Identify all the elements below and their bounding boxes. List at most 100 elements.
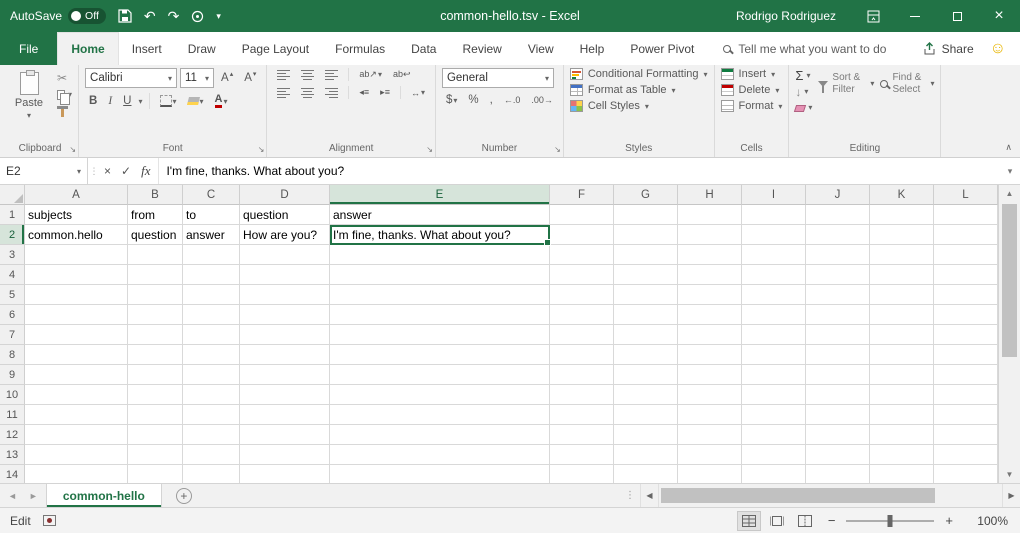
cell-G3[interactable] [614,245,678,265]
cell-H5[interactable] [678,285,742,305]
cell-B9[interactable] [128,365,183,385]
font-name-combo[interactable]: Calibri▾ [85,68,177,88]
cell-J13[interactable] [806,445,870,465]
share-button[interactable]: Share [923,42,974,56]
cell-styles-button[interactable]: Cell Styles ▾ [570,100,649,112]
underline-button[interactable]: U [119,94,135,108]
cell-I1[interactable] [742,205,806,225]
scroll-down-button[interactable]: ▼ [999,466,1020,483]
cell-G2[interactable] [614,225,678,245]
cell-J12[interactable] [806,425,870,445]
sort-filter-button[interactable]: Sort & Filter ▾ [818,68,874,95]
cell-C13[interactable] [183,445,240,465]
cell-E8[interactable] [330,345,550,365]
formula-input[interactable]: I'm fine, thanks. What about you? [159,158,1000,184]
cell-H10[interactable] [678,385,742,405]
cell-L10[interactable] [934,385,998,405]
cell-F2[interactable] [550,225,614,245]
copy-button[interactable]: ▾ [57,89,72,101]
cell-B2[interactable]: question [128,225,183,245]
cell-E13[interactable] [330,445,550,465]
cell-H11[interactable] [678,405,742,425]
column-header-F[interactable]: F [550,185,614,205]
cell-E4[interactable] [330,265,550,285]
cell-L6[interactable] [934,305,998,325]
column-header-E[interactable]: E [330,185,550,205]
cell-L1[interactable] [934,205,998,225]
column-header-G[interactable]: G [614,185,678,205]
cell-K7[interactable] [870,325,934,345]
cell-F11[interactable] [550,405,614,425]
comma-style-button[interactable]: , [486,93,497,107]
cell-G8[interactable] [614,345,678,365]
row-header-1[interactable]: 1 [0,205,25,225]
cell-A3[interactable] [25,245,128,265]
cell-E1[interactable]: answer [330,205,550,225]
cell-K12[interactable] [870,425,934,445]
cell-K8[interactable] [870,345,934,365]
cell-C1[interactable]: to [183,205,240,225]
tab-view[interactable]: View [515,32,567,65]
cell-A8[interactable] [25,345,128,365]
cell-K4[interactable] [870,265,934,285]
cell-F9[interactable] [550,365,614,385]
cell-H9[interactable] [678,365,742,385]
name-box[interactable]: E2 ▾ [0,158,88,184]
cell-E11[interactable] [330,405,550,425]
merge-center-button[interactable]: ↔▾ [407,87,429,99]
cell-G5[interactable] [614,285,678,305]
enter-check-button[interactable]: ✓ [121,164,131,178]
cell-I6[interactable] [742,305,806,325]
cell-H6[interactable] [678,305,742,325]
horizontal-scroll-thumb[interactable] [661,488,935,503]
cell-D9[interactable] [240,365,330,385]
increase-decimal-button[interactable]: ←.0 [500,94,525,106]
cell-G12[interactable] [614,425,678,445]
row-header-6[interactable]: 6 [0,305,25,325]
align-center-button[interactable] [297,87,318,99]
qat-customize-chevron-icon[interactable]: ▾ [216,11,221,22]
redo-button[interactable]: ↷ [168,8,180,25]
cell-J9[interactable] [806,365,870,385]
delete-cells-button[interactable]: Delete ▾ [721,84,780,96]
cell-A7[interactable] [25,325,128,345]
cell-K10[interactable] [870,385,934,405]
vertical-scroll-track[interactable] [999,202,1020,466]
cell-H7[interactable] [678,325,742,345]
ribbon-display-options-button[interactable] [852,0,894,32]
cell-J8[interactable] [806,345,870,365]
accounting-format-button[interactable]: $▾ [442,93,461,107]
decrease-decimal-button[interactable]: .00→ [527,94,557,106]
sheet-tab-common-hello[interactable]: common-hello [46,484,162,507]
font-dialog-launcher-icon[interactable]: ↘ [258,145,265,154]
cell-G4[interactable] [614,265,678,285]
cell-E3[interactable] [330,245,550,265]
cell-H12[interactable] [678,425,742,445]
cell-C3[interactable] [183,245,240,265]
cell-I9[interactable] [742,365,806,385]
align-right-button[interactable] [321,87,342,99]
cell-J7[interactable] [806,325,870,345]
cell-C9[interactable] [183,365,240,385]
cell-B11[interactable] [128,405,183,425]
row-header-2[interactable]: 2 [0,225,25,245]
tab-file[interactable]: File [0,32,57,65]
cell-D10[interactable] [240,385,330,405]
insert-function-button[interactable]: fx [141,163,150,179]
italic-button[interactable]: I [104,94,116,108]
cell-F6[interactable] [550,305,614,325]
cell-F7[interactable] [550,325,614,345]
cell-D14[interactable] [240,465,330,483]
cell-I12[interactable] [742,425,806,445]
font-size-combo[interactable]: 11▾ [180,68,214,88]
cell-J11[interactable] [806,405,870,425]
grow-font-button[interactable]: A▴ [217,71,237,85]
cell-G6[interactable] [614,305,678,325]
alignment-dialog-launcher-icon[interactable]: ↘ [426,145,433,154]
number-format-combo[interactable]: General▾ [442,68,554,88]
horizontal-scroll-track[interactable] [658,484,1002,507]
cell-A13[interactable] [25,445,128,465]
cell-K11[interactable] [870,405,934,425]
cell-F1[interactable] [550,205,614,225]
cell-I13[interactable] [742,445,806,465]
